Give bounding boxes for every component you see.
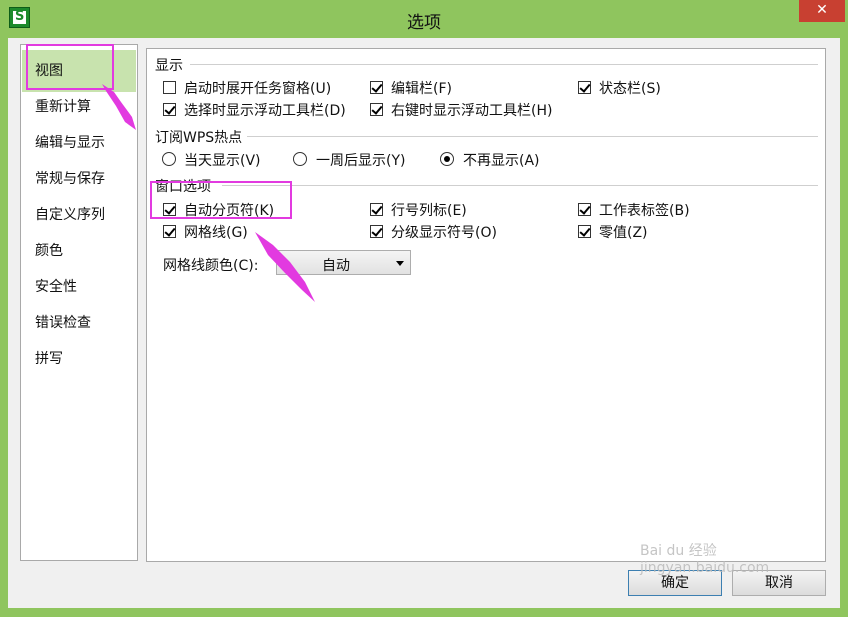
watermark: Bai du 经验 jingyan.baidu.com [640, 543, 770, 576]
arrow-to-view-icon [102, 84, 136, 130]
arrow-to-page-breaks-icon [255, 232, 315, 302]
annotation-arrows [102, 84, 315, 302]
